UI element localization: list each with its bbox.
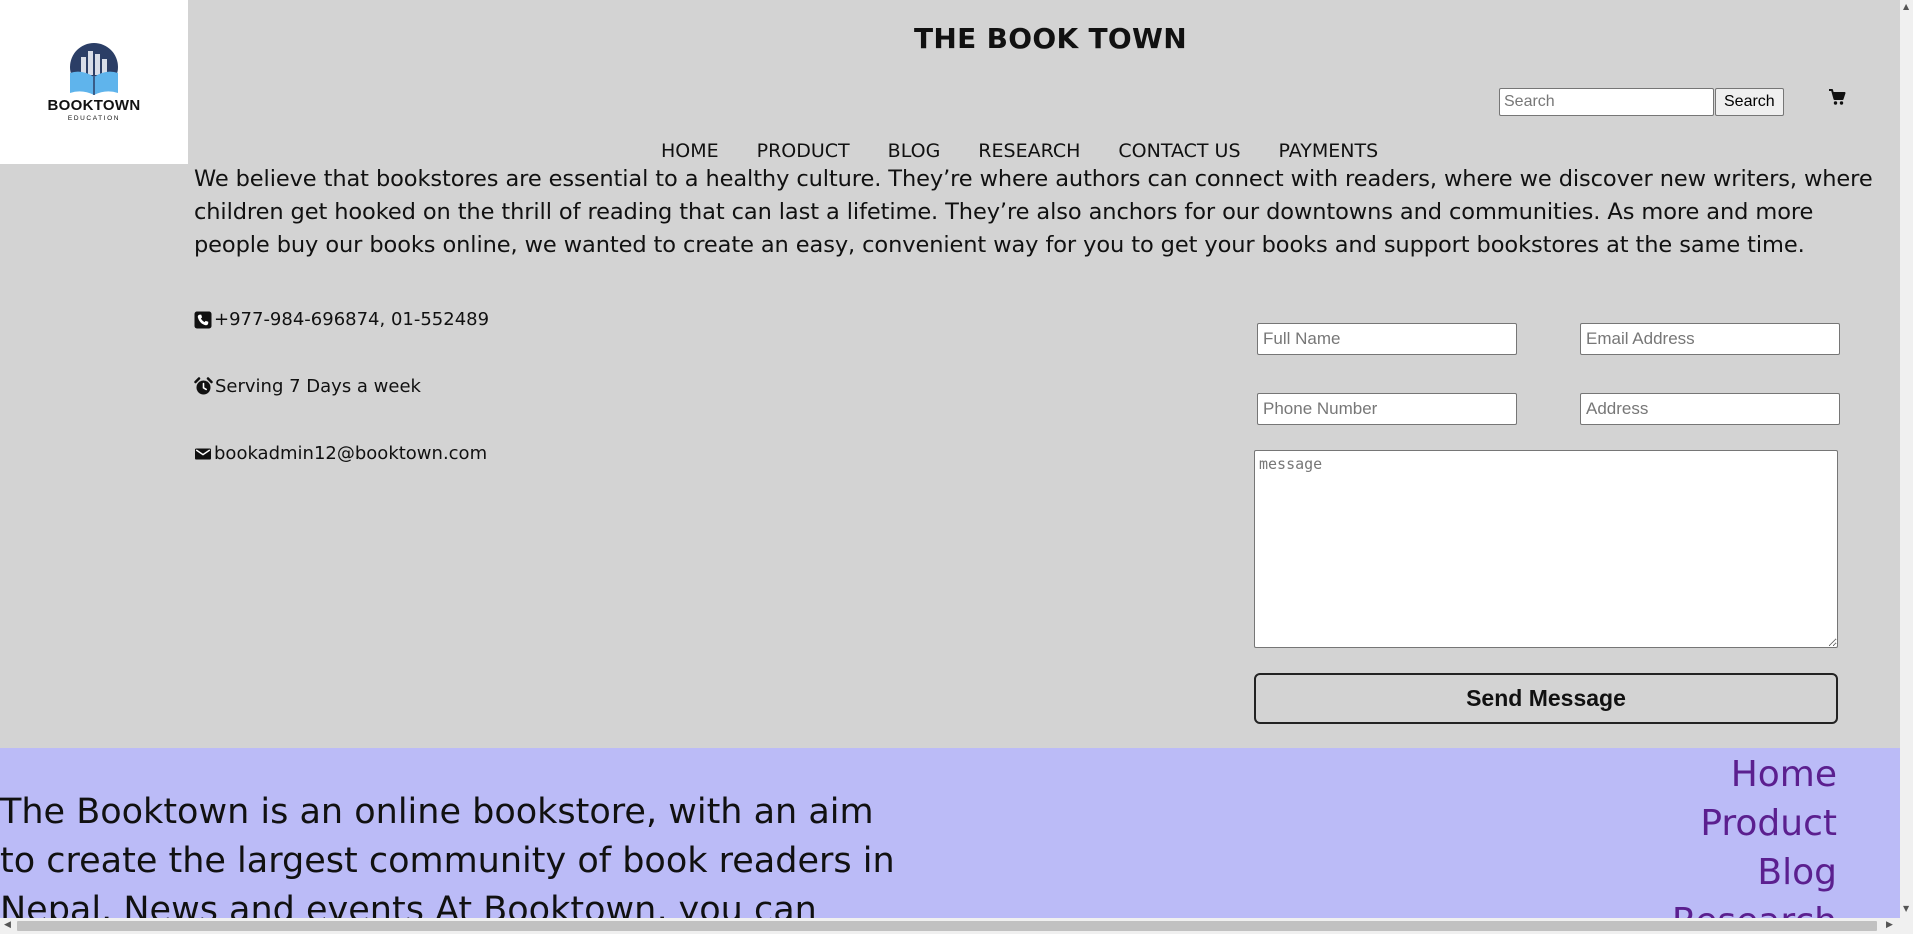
nav-blog[interactable]: BLOG — [888, 140, 941, 162]
footer-link-product[interactable]: Product — [1672, 799, 1837, 848]
alarm-clock-icon — [194, 377, 213, 395]
logo-text: BOOKTOWN — [47, 96, 141, 114]
nav-payments[interactable]: PAYMENTS — [1279, 140, 1379, 162]
address-field[interactable] — [1580, 393, 1840, 425]
nav-product[interactable]: PRODUCT — [757, 140, 850, 162]
mail-icon — [195, 448, 211, 459]
message-field[interactable] — [1254, 450, 1838, 648]
phone-icon — [194, 311, 212, 328]
vertical-scrollbar[interactable]: ▲ ▼ — [1900, 0, 1913, 918]
logo[interactable]: BOOKTOWN EDUCATION — [0, 0, 188, 164]
contact-hours: Serving 7 Days a week — [194, 376, 421, 397]
send-message-button[interactable]: Send Message — [1254, 673, 1838, 724]
footer: The Booktown is an online bookstore, wit… — [0, 748, 1900, 918]
search-input[interactable] — [1499, 88, 1714, 116]
scroll-down-arrow-icon[interactable]: ▼ — [1903, 904, 1909, 913]
phone-field[interactable] — [1257, 393, 1517, 425]
footer-about-text: The Booktown is an online bookstore, wit… — [0, 792, 895, 918]
main-nav: HOME PRODUCT BLOG RESEARCH CONTACT US PA… — [661, 140, 1378, 162]
logo-icon — [70, 42, 118, 95]
site-title: THE BOOK TOWN — [914, 22, 1187, 55]
logo-subtext: EDUCATION — [67, 114, 121, 122]
scroll-up-arrow-icon[interactable]: ▲ — [1903, 2, 1909, 11]
scroll-right-arrow-icon[interactable]: ▶ — [1886, 920, 1893, 930]
contact-hours-text: Serving 7 Days a week — [215, 376, 421, 397]
footer-link-research[interactable]: Research — [1672, 897, 1837, 918]
contact-phone-text: +977-984-696874, 01-552489 — [214, 309, 490, 330]
horizontal-scroll-thumb[interactable] — [17, 921, 1877, 931]
nav-contact-us[interactable]: CONTACT US — [1118, 140, 1240, 162]
full-name-field[interactable] — [1257, 323, 1517, 355]
email-field[interactable] — [1580, 323, 1840, 355]
nav-home[interactable]: HOME — [661, 140, 719, 162]
cart-icon[interactable] — [1828, 88, 1846, 110]
contact-email: bookadmin12@booktown.com — [194, 443, 487, 464]
intro-paragraph: We believe that bookstores are essential… — [194, 166, 1873, 258]
nav-research[interactable]: RESEARCH — [978, 140, 1080, 162]
search-form: Search — [1499, 88, 1784, 116]
contact-phone: +977-984-696874, 01-552489 — [194, 309, 489, 330]
search-button[interactable]: Search — [1715, 88, 1784, 116]
horizontal-scrollbar[interactable]: ◀ ▶ — [0, 918, 1913, 934]
footer-links: Home Product Blog Research — [1672, 750, 1837, 918]
scroll-left-arrow-icon[interactable]: ◀ — [4, 920, 11, 930]
contact-email-text: bookadmin12@booktown.com — [214, 443, 488, 464]
footer-link-blog[interactable]: Blog — [1672, 848, 1837, 897]
footer-link-home[interactable]: Home — [1672, 750, 1837, 799]
